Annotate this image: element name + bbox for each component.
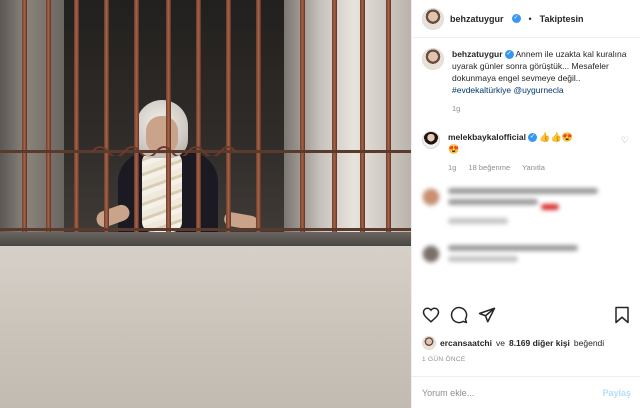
ironwork-scroll [91,146,237,156]
comment-text-block: melekbaykalofficial ✓ 👍👍😍 😍 [448,131,613,155]
window-bar [300,0,305,236]
comment-emoji-line-2: 😍 [448,144,460,154]
blurred-comment-text [448,188,608,229]
likes-summary: ercansaatchi ve 8.169 diğer kişi beğendi [422,336,604,350]
post-comment-button[interactable]: Paylaş [602,388,631,398]
comment-like-heart-icon[interactable]: ♡ [621,135,629,146]
caption-avatar[interactable] [422,48,444,70]
window-bar [166,0,171,236]
window-bar [360,0,365,236]
caption-text-block: behzatuygur ✓ Annem ile uzakta kal kuralı… [452,48,637,96]
comment-icon[interactable] [450,306,468,324]
comment-likes[interactable]: 18 beğenme [468,163,510,172]
heart-icon[interactable] [422,306,440,324]
caption-username[interactable]: behzatuygur [452,49,503,59]
header-username[interactable]: behzatuygur [450,14,504,24]
caption-meta: 1g [452,104,637,113]
hashtag-link[interactable]: #evdekaltürkiye [452,85,511,95]
likes-suffix: beğendi [573,338,605,348]
avatar[interactable] [422,7,444,30]
verified-badge-icon: ✓ [527,133,537,143]
save-bookmark[interactable] [614,306,630,326]
comments-section[interactable]: behzatuygur ✓ Annem ile uzakta kal kuralı… [412,38,640,300]
follow-status-button[interactable]: Takiptesin [540,14,584,24]
window-sill [0,232,411,246]
blurred-comment-text [448,245,608,267]
post-side-panel: behzatuygur ✓ • Takiptesin behzatuygur ✓ … [411,0,640,408]
caption-time: 1g [452,104,461,113]
likes-connector: ve [495,338,505,348]
mention-link[interactable]: @uygurnecla [513,85,563,95]
window-bar [104,0,109,236]
bookmark-icon[interactable] [614,306,630,324]
window-bar [134,0,139,236]
add-comment-bar: Paylaş [412,376,640,408]
verified-badge-icon: ✓ [511,14,521,23]
window-crossbar [0,228,411,231]
comment-emojis: 👍👍😍 [539,132,573,142]
left-shutter [0,0,64,236]
comment: melekbaykalofficial ✓ 👍👍😍 😍 1g 18 beğenme… [422,131,631,172]
verified-badge-icon: ✓ [504,50,514,60]
caption: behzatuygur ✓ Annem ile uzakta kal kuralı… [422,48,631,113]
comment-reply-button[interactable]: Yanıtla [522,163,545,172]
post-photo[interactable] [0,0,411,408]
separator-dot: • [528,13,532,24]
instagram-post: behzatuygur ✓ • Takiptesin behzatuygur ✓ … [0,0,640,408]
plaster-wall [0,246,411,408]
comment-avatar [422,188,440,206]
window-bar [196,0,201,236]
window-bar [226,0,231,236]
window-bar [74,0,79,236]
window-bar [332,0,337,236]
liker-avatar[interactable] [422,336,436,350]
post-timestamp: 1 GÜN ÖNCE [422,356,466,363]
liker-username[interactable]: ercansaatchi [440,338,492,348]
window-bar [46,0,51,236]
comment-input[interactable] [422,387,582,398]
comment-meta: 1g 18 beğenme Yanıtla [448,163,613,172]
comment-avatar[interactable] [422,131,440,149]
woman-figure [94,98,266,238]
blurred-comment [422,188,631,229]
action-bar [422,306,496,324]
post-header: behzatuygur ✓ • Takiptesin [412,0,640,38]
share-icon[interactable] [478,306,496,324]
blurred-comment [422,245,631,267]
window-bar [256,0,261,236]
window-bar [386,0,391,236]
comment-avatar [422,245,440,263]
comment-time: 1g [448,163,457,172]
comment-username[interactable]: melekbaykalofficial [448,132,526,142]
window-bar [22,0,27,236]
woman-scarf [142,152,182,232]
likes-others-count[interactable]: 8.169 diğer kişi [509,338,570,348]
